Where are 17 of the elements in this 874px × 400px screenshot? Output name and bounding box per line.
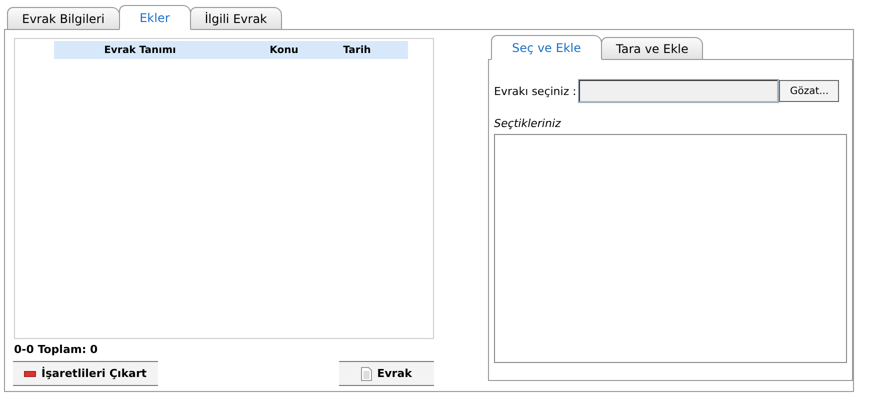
- tab[interactable]: Tara ve Ekle: [601, 37, 704, 59]
- document-button[interactable]: Evrak: [339, 361, 434, 386]
- grid-status: 0-0 Toplam: 0: [14, 343, 99, 356]
- tab[interactable]: Evrak Bilgileri: [7, 7, 120, 29]
- tab[interactable]: Seç ve Ekle: [491, 35, 602, 60]
- browse-button[interactable]: Gözat...: [779, 80, 840, 102]
- file-label: Evrakı seçiniz :: [494, 84, 576, 98]
- column-header[interactable]: Konu: [244, 44, 324, 56]
- file-input-field[interactable]: [579, 80, 778, 102]
- remove-marked-button[interactable]: İşaretlileri Çıkart: [13, 361, 158, 386]
- minus-icon: [24, 370, 36, 376]
- tab[interactable]: Ekler: [118, 5, 191, 30]
- selections-label: Seçtikleriniz: [494, 117, 562, 130]
- column-header[interactable]: Evrak Tanımı: [70, 44, 210, 56]
- document-icon: [361, 366, 372, 380]
- tab[interactable]: İlgili Evrak: [190, 7, 282, 29]
- column-header[interactable]: Tarih: [324, 44, 390, 56]
